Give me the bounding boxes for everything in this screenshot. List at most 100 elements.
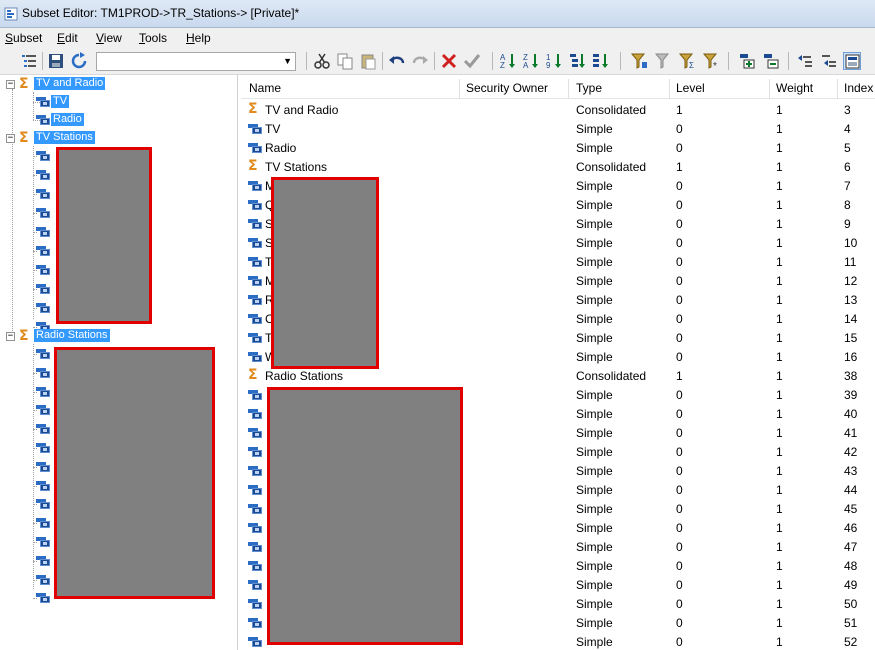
tree-node-station[interactable] <box>0 243 60 259</box>
collapse-toggle[interactable]: − <box>6 134 15 143</box>
menu-subset[interactable]: Subset <box>5 31 42 45</box>
cell-weight: 1 <box>776 445 783 459</box>
tree-node-tv-stations[interactable]: − Σ TV Stations <box>0 130 200 146</box>
menu-help[interactable]: Help <box>186 31 211 45</box>
cell-level: 0 <box>676 255 683 269</box>
tree-node-station[interactable] <box>0 365 60 381</box>
cell-weight: 1 <box>776 464 783 478</box>
insert-parent-icon[interactable] <box>796 52 814 70</box>
tree-node-station[interactable] <box>0 167 60 183</box>
undo-icon[interactable] <box>388 52 406 70</box>
properties-icon[interactable] <box>843 52 861 70</box>
element-grid[interactable]: Name Security Owner Type Level Weight In… <box>241 75 875 650</box>
refresh-icon[interactable] <box>70 52 88 70</box>
element-icon <box>36 265 50 275</box>
tree-node-station[interactable] <box>0 496 60 512</box>
subset-combo[interactable]: ▼ <box>96 52 296 71</box>
table-row[interactable]: Σ TV Stations Consolidated 1 1 6 <box>241 157 875 176</box>
tree-node-station[interactable] <box>0 515 60 531</box>
tree-node-station[interactable] <box>0 148 60 164</box>
tree-node-radio-stations[interactable]: − Σ Radio Stations <box>0 328 200 344</box>
column-header-name[interactable]: Name <box>249 79 281 99</box>
tree-node-station[interactable] <box>0 440 60 456</box>
copy-icon[interactable] <box>336 52 354 70</box>
filter-level-icon[interactable] <box>654 52 672 70</box>
cell-type: Simple <box>576 616 613 630</box>
sort-index-desc-icon[interactable] <box>591 52 609 70</box>
cell-weight: 1 <box>776 388 783 402</box>
redaction-box <box>54 347 215 599</box>
menu-edit[interactable]: Edit <box>57 31 78 45</box>
insert-child-icon[interactable] <box>820 52 838 70</box>
cell-index: 7 <box>844 179 851 193</box>
subset-tree[interactable]: − Σ TV and Radio TV Radio − Σ TV Station… <box>0 75 238 650</box>
tree-node-station[interactable] <box>0 300 60 316</box>
tree-node-station[interactable] <box>0 281 60 297</box>
sort-index-asc-icon[interactable]: 19 <box>545 52 563 70</box>
sigma-icon: Σ <box>19 76 29 92</box>
filter-wildcard-icon[interactable]: * <box>702 52 720 70</box>
tree-node-station[interactable] <box>0 262 60 278</box>
column-header-level[interactable]: Level <box>676 79 705 99</box>
cell-index: 13 <box>844 293 858 307</box>
tree-node-station[interactable] <box>0 572 60 588</box>
menu-view[interactable]: View <box>96 31 122 45</box>
tree-node-station[interactable] <box>0 478 60 494</box>
tree-node-station[interactable] <box>0 384 60 400</box>
paste-icon[interactable] <box>359 52 377 70</box>
cell-name: TV and Radio <box>265 103 339 117</box>
cell-index: 47 <box>844 540 858 554</box>
element-icon <box>36 574 50 585</box>
cell-index: 43 <box>844 464 858 478</box>
keep-icon[interactable] <box>463 52 481 70</box>
filter-attribute-icon[interactable] <box>630 52 648 70</box>
tree-node-station[interactable] <box>0 590 60 606</box>
column-header-index[interactable]: Index <box>844 79 873 99</box>
tree-node-station[interactable] <box>0 186 60 202</box>
column-header-security-owner[interactable]: Security Owner <box>466 79 548 99</box>
cut-icon[interactable] <box>313 52 331 70</box>
tree-node-station[interactable] <box>0 421 60 437</box>
column-header-weight[interactable]: Weight <box>776 79 813 99</box>
tree-node-station[interactable] <box>0 459 60 475</box>
cell-weight: 1 <box>776 160 783 174</box>
tree-node-tv[interactable]: TV <box>0 94 200 110</box>
sort-desc-icon[interactable]: ZA <box>522 52 540 70</box>
tree-node-station[interactable] <box>0 553 60 569</box>
cell-type: Simple <box>576 635 613 649</box>
cell-index: 5 <box>844 141 851 155</box>
tree-node-station[interactable] <box>0 402 60 418</box>
cell-weight: 1 <box>776 122 783 136</box>
expand-icon[interactable] <box>738 52 756 70</box>
tree-node-station[interactable] <box>0 205 60 221</box>
collapse-toggle[interactable]: − <box>6 332 15 341</box>
tree-node-tv-and-radio[interactable]: − Σ TV and Radio <box>0 76 200 92</box>
cell-level: 0 <box>676 502 683 516</box>
table-row[interactable]: TV Simple 0 1 4 <box>241 119 875 138</box>
filter-expression-icon[interactable]: Σ <box>678 52 696 70</box>
cell-index: 38 <box>844 369 858 383</box>
sort-asc-icon[interactable]: AZ <box>499 52 517 70</box>
column-header-type[interactable]: Type <box>576 79 602 99</box>
tree-node-station[interactable] <box>0 346 60 362</box>
cell-weight: 1 <box>776 578 783 592</box>
tree-node-station[interactable] <box>0 224 60 240</box>
cell-type: Simple <box>576 464 613 478</box>
delete-icon[interactable] <box>440 52 458 70</box>
table-row[interactable]: Σ TV and Radio Consolidated 1 1 3 <box>241 100 875 119</box>
collapse-toggle[interactable]: − <box>6 80 15 89</box>
tree-node-radio[interactable]: Radio <box>0 112 200 128</box>
table-row[interactable]: Radio Simple 0 1 5 <box>241 138 875 157</box>
sort-hierarchy-icon[interactable] <box>568 52 586 70</box>
redo-icon[interactable] <box>411 52 429 70</box>
element-icon <box>248 181 262 191</box>
menu-tools[interactable]: Tools <box>139 31 167 45</box>
element-icon <box>36 499 50 510</box>
save-icon[interactable] <box>47 52 65 70</box>
cell-level: 0 <box>676 407 683 421</box>
cell-type: Simple <box>576 217 613 231</box>
all-icon[interactable] <box>20 52 38 70</box>
collapse-icon[interactable] <box>762 52 780 70</box>
tree-node-station[interactable] <box>0 534 60 550</box>
element-icon <box>248 599 262 609</box>
